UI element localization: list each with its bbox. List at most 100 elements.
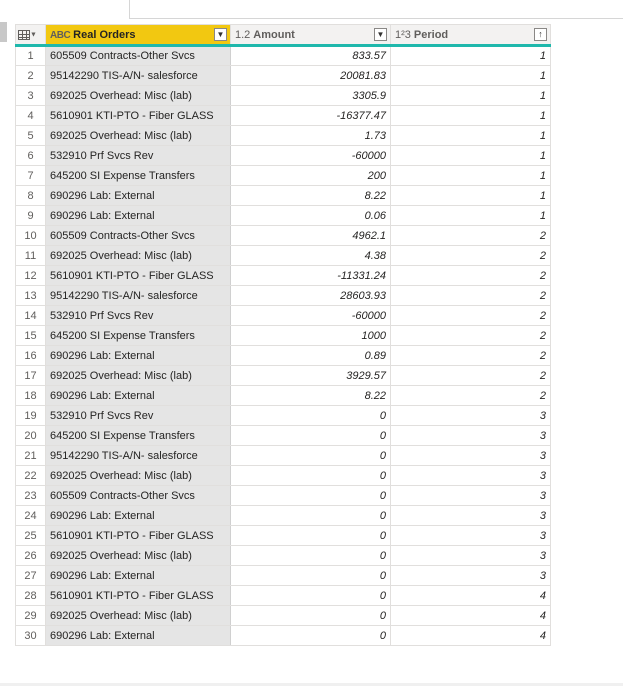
cell-real-orders[interactable]: 690296 Lab: External — [45, 185, 231, 206]
table-row[interactable]: 21 95142290 TIS-A/N- salesforce 0 3 — [15, 445, 551, 466]
table-row[interactable]: 26 692025 Overhead: Misc (lab) 0 3 — [15, 545, 551, 566]
cell-real-orders[interactable]: 645200 SI Expense Transfers — [45, 325, 231, 346]
cell-real-orders[interactable]: 645200 SI Expense Transfers — [45, 425, 231, 446]
cell-real-orders[interactable]: 692025 Overhead: Misc (lab) — [45, 85, 231, 106]
cell-amount[interactable]: -60000 — [230, 305, 391, 326]
row-number[interactable]: 7 — [15, 165, 46, 186]
cell-period[interactable]: 2 — [390, 345, 551, 366]
table-row[interactable]: 7 645200 SI Expense Transfers 200 1 — [15, 165, 551, 186]
row-number[interactable]: 26 — [15, 545, 46, 566]
cell-real-orders[interactable]: 690296 Lab: External — [45, 505, 231, 526]
table-row[interactable]: 5 692025 Overhead: Misc (lab) 1.73 1 — [15, 125, 551, 146]
filter-dropdown-button[interactable]: ▼ — [214, 28, 227, 41]
cell-real-orders[interactable]: 692025 Overhead: Misc (lab) — [45, 545, 231, 566]
cell-period[interactable]: 3 — [390, 565, 551, 586]
cell-amount[interactable]: 1.73 — [230, 125, 391, 146]
cell-amount[interactable]: 4962.1 — [230, 225, 391, 246]
cell-real-orders[interactable]: 692025 Overhead: Misc (lab) — [45, 605, 231, 626]
cell-real-orders[interactable]: 532910 Prf Svcs Rev — [45, 145, 231, 166]
table-row[interactable]: 27 690296 Lab: External 0 3 — [15, 565, 551, 586]
row-number[interactable]: 18 — [15, 385, 46, 406]
cell-period[interactable]: 1 — [390, 85, 551, 106]
table-row[interactable]: 29 692025 Overhead: Misc (lab) 0 4 — [15, 605, 551, 626]
cell-period[interactable]: 2 — [390, 265, 551, 286]
cell-amount[interactable]: 0 — [230, 485, 391, 506]
column-header-period[interactable]: 1²3 Period ↑ — [390, 24, 551, 47]
cell-amount[interactable]: 833.57 — [230, 45, 391, 66]
cell-amount[interactable]: 0 — [230, 605, 391, 626]
cell-amount[interactable]: -11331.24 — [230, 265, 391, 286]
cell-period[interactable]: 1 — [390, 125, 551, 146]
cell-real-orders[interactable]: 95142290 TIS-A/N- salesforce — [45, 445, 231, 466]
cell-real-orders[interactable]: 5610901 KTI-PTO - Fiber GLASS — [45, 585, 231, 606]
row-number[interactable]: 27 — [15, 565, 46, 586]
row-number[interactable]: 8 — [15, 185, 46, 206]
cell-amount[interactable]: 28603.93 — [230, 285, 391, 306]
cell-period[interactable]: 1 — [390, 185, 551, 206]
table-row[interactable]: 11 692025 Overhead: Misc (lab) 4.38 2 — [15, 245, 551, 266]
table-row[interactable]: 22 692025 Overhead: Misc (lab) 0 3 — [15, 465, 551, 486]
cell-period[interactable]: 3 — [390, 545, 551, 566]
row-number[interactable]: 11 — [15, 245, 46, 266]
row-number[interactable]: 30 — [15, 625, 46, 646]
table-row[interactable]: 17 692025 Overhead: Misc (lab) 3929.57 2 — [15, 365, 551, 386]
table-row[interactable]: 8 690296 Lab: External 8.22 1 — [15, 185, 551, 206]
cell-amount[interactable]: 0 — [230, 425, 391, 446]
cell-real-orders[interactable]: 5610901 KTI-PTO - Fiber GLASS — [45, 265, 231, 286]
cell-amount[interactable]: 3929.57 — [230, 365, 391, 386]
cell-real-orders[interactable]: 605509 Contracts-Other Svcs — [45, 485, 231, 506]
table-row[interactable]: 6 532910 Prf Svcs Rev -60000 1 — [15, 145, 551, 166]
sort-filter-button[interactable]: ↑ — [534, 28, 547, 41]
table-row[interactable]: 30 690296 Lab: External 0 4 — [15, 625, 551, 646]
cell-amount[interactable]: 8.22 — [230, 185, 391, 206]
cell-amount[interactable]: 0 — [230, 505, 391, 526]
cell-period[interactable]: 1 — [390, 205, 551, 226]
table-row[interactable]: 25 5610901 KTI-PTO - Fiber GLASS 0 3 — [15, 525, 551, 546]
row-number[interactable]: 4 — [15, 105, 46, 126]
cell-amount[interactable]: 0 — [230, 545, 391, 566]
row-number[interactable]: 13 — [15, 285, 46, 306]
table-row[interactable]: 15 645200 SI Expense Transfers 1000 2 — [15, 325, 551, 346]
cell-amount[interactable]: 1000 — [230, 325, 391, 346]
cell-amount[interactable]: 0 — [230, 525, 391, 546]
cell-real-orders[interactable]: 692025 Overhead: Misc (lab) — [45, 245, 231, 266]
table-row[interactable]: 14 532910 Prf Svcs Rev -60000 2 — [15, 305, 551, 326]
row-number[interactable]: 25 — [15, 525, 46, 546]
cell-period[interactable]: 1 — [390, 105, 551, 126]
cell-amount[interactable]: 8.22 — [230, 385, 391, 406]
column-header-real-orders[interactable]: ABC Real Orders ▼ — [45, 24, 231, 47]
cell-period[interactable]: 3 — [390, 445, 551, 466]
table-options-menu[interactable]: ▼ — [15, 24, 46, 47]
cell-amount[interactable]: 200 — [230, 165, 391, 186]
row-number[interactable]: 6 — [15, 145, 46, 166]
cell-period[interactable]: 1 — [390, 145, 551, 166]
formula-bar[interactable] — [129, 0, 623, 19]
row-number[interactable]: 15 — [15, 325, 46, 346]
table-row[interactable]: 24 690296 Lab: External 0 3 — [15, 505, 551, 526]
cell-period[interactable]: 2 — [390, 385, 551, 406]
cell-real-orders[interactable]: 690296 Lab: External — [45, 625, 231, 646]
cell-real-orders[interactable]: 532910 Prf Svcs Rev — [45, 305, 231, 326]
table-row[interactable]: 4 5610901 KTI-PTO - Fiber GLASS -16377.47 1 — [15, 105, 551, 126]
table-row[interactable]: 13 95142290 TIS-A/N- salesforce 28603.93 2 — [15, 285, 551, 306]
cell-real-orders[interactable]: 690296 Lab: External — [45, 345, 231, 366]
column-header-amount[interactable]: 1.2 Amount ▼ — [230, 24, 391, 47]
cell-real-orders[interactable]: 645200 SI Expense Transfers — [45, 165, 231, 186]
cell-amount[interactable]: 0.06 — [230, 205, 391, 226]
cell-period[interactable]: 4 — [390, 625, 551, 646]
cell-amount[interactable]: 20081.83 — [230, 65, 391, 86]
row-number[interactable]: 21 — [15, 445, 46, 466]
cell-real-orders[interactable]: 95142290 TIS-A/N- salesforce — [45, 65, 231, 86]
cell-real-orders[interactable]: 5610901 KTI-PTO - Fiber GLASS — [45, 525, 231, 546]
cell-period[interactable]: 3 — [390, 525, 551, 546]
cell-period[interactable]: 2 — [390, 365, 551, 386]
cell-real-orders[interactable]: 605509 Contracts-Other Svcs — [45, 225, 231, 246]
row-number[interactable]: 23 — [15, 485, 46, 506]
cell-amount[interactable]: 3305.9 — [230, 85, 391, 106]
row-number[interactable]: 17 — [15, 365, 46, 386]
cell-real-orders[interactable]: 690296 Lab: External — [45, 385, 231, 406]
row-number[interactable]: 22 — [15, 465, 46, 486]
cell-amount[interactable]: 0 — [230, 465, 391, 486]
row-number[interactable]: 9 — [15, 205, 46, 226]
table-row[interactable]: 10 605509 Contracts-Other Svcs 4962.1 2 — [15, 225, 551, 246]
